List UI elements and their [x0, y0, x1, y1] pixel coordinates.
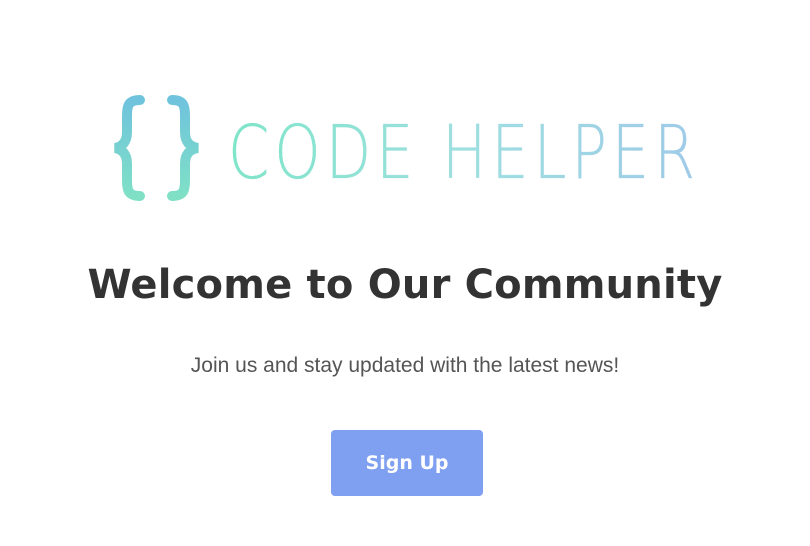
sign-up-button[interactable]: Sign Up — [331, 430, 483, 496]
left-brace-icon — [113, 95, 145, 201]
page-title: Welcome to Our Community — [87, 262, 723, 308]
right-brace-icon — [167, 95, 199, 201]
landing-page: CODE HELPER Welcome to Our Community Joi… — [0, 0, 810, 546]
code-helper-logo: CODE HELPER — [110, 92, 710, 204]
page-subtitle: Join us and stay updated with the latest… — [190, 354, 620, 377]
logo-graphic: CODE HELPER — [113, 95, 700, 201]
logo-wordmark: CODE HELPER — [228, 110, 700, 196]
